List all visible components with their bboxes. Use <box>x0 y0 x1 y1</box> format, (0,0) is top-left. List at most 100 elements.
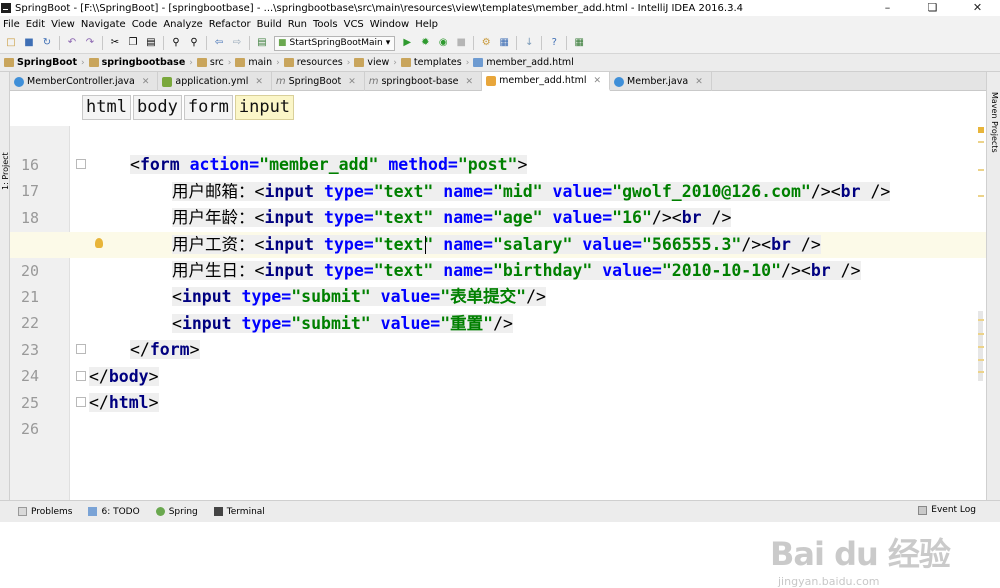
nav-item-springbootbase[interactable]: springbootbase <box>87 57 188 68</box>
event-log-tool-button[interactable]: Event Log <box>918 505 976 515</box>
chevron-right-icon: › <box>189 57 193 68</box>
restore-icon[interactable]: ❏ <box>910 0 955 16</box>
back-icon[interactable]: ⇦ <box>213 37 225 49</box>
close-icon[interactable]: ✕ <box>594 76 602 86</box>
nav-item-springboot[interactable]: SpringBoot <box>2 57 79 68</box>
yml-icon <box>162 76 173 87</box>
tab-member-add[interactable]: member_add.html ✕ <box>482 72 611 91</box>
fold-icon[interactable] <box>76 344 86 355</box>
nav-item-src[interactable]: src <box>195 57 226 68</box>
fold-icon[interactable] <box>76 370 86 381</box>
run-configuration-select[interactable]: ■ StartSpringBootMain ▾ <box>274 35 396 51</box>
code-line: 18 用户邮箱：<input type="text" name="mid" va… <box>10 179 986 227</box>
tab-application-yml[interactable]: application.yml ✕ <box>158 72 272 91</box>
intention-bulb-icon[interactable] <box>95 237 103 248</box>
close-icon[interactable]: ✕ <box>466 77 474 87</box>
code-token: "post" <box>457 155 518 175</box>
find-icon[interactable]: ⚲ <box>170 37 182 49</box>
fold-icon[interactable] <box>76 397 86 407</box>
menu-edit[interactable]: Edit <box>23 16 48 33</box>
fold-icon[interactable] <box>76 159 86 170</box>
tab-member-controller[interactable]: MemberController.java ✕ <box>10 72 159 91</box>
settings-icon[interactable]: ⚙ <box>480 37 492 49</box>
code-token: "表单提交" <box>440 287 527 307</box>
tab-member-java[interactable]: Member.java ✕ <box>610 72 712 91</box>
code-line: 19 用户年龄：<input type="text" name="age" va… <box>10 205 986 253</box>
project-tool-button[interactable]: 1: Project <box>1 152 10 190</box>
menu-analyze[interactable]: Analyze <box>160 16 205 33</box>
breadcrumb-form[interactable]: form <box>183 95 233 120</box>
error-stripe[interactable] <box>976 91 986 500</box>
close-icon[interactable]: ✕ <box>955 0 1000 16</box>
marker-icon[interactable] <box>978 141 984 143</box>
run-icon[interactable]: ▶ <box>401 37 413 49</box>
code-token: name= <box>433 234 493 254</box>
open-folder-icon[interactable]: □ <box>5 37 17 49</box>
chevron-right-icon: › <box>393 57 397 68</box>
close-icon[interactable]: ✕ <box>142 77 150 87</box>
marker-icon[interactable] <box>978 195 984 197</box>
sdk-icon[interactable]: ↓ <box>523 37 535 49</box>
close-icon[interactable]: ✕ <box>348 77 356 87</box>
menu-code[interactable]: Code <box>129 16 161 33</box>
menu-vcs[interactable]: VCS <box>341 16 367 33</box>
code-editor[interactable]: html body form input 16 17 <form action=… <box>10 91 986 588</box>
stop-icon[interactable]: ■ <box>455 37 467 49</box>
marker-icon[interactable] <box>978 359 984 361</box>
code-token: </ <box>130 340 150 360</box>
nav-item-main[interactable]: main <box>233 57 274 68</box>
navigation-bar: SpringBoot › springbootbase › src › main… <box>0 54 1000 72</box>
close-icon[interactable]: ✕ <box>255 77 263 87</box>
nav-item-view[interactable]: view <box>352 57 391 68</box>
marker-icon[interactable] <box>978 127 984 133</box>
code-token: input <box>264 261 315 280</box>
terminal-tool-button[interactable]: Terminal <box>213 507 265 517</box>
close-icon[interactable]: ✕ <box>695 77 703 87</box>
marker-icon[interactable] <box>978 333 984 335</box>
build-icon[interactable]: ▤ <box>256 37 268 49</box>
menu-help[interactable]: Help <box>412 16 441 33</box>
minimize-icon[interactable]: – <box>865 0 910 16</box>
spring-tool-button[interactable]: Spring <box>155 507 198 517</box>
paste-icon[interactable]: ▤ <box>145 37 157 49</box>
breadcrumb-html[interactable]: html <box>82 95 131 120</box>
nav-item-member-add[interactable]: member_add.html <box>471 57 575 68</box>
marker-icon[interactable] <box>978 371 984 373</box>
nav-item-templates[interactable]: templates <box>399 57 464 68</box>
redo-icon[interactable]: ↷ <box>84 37 96 49</box>
menu-view[interactable]: View <box>48 16 78 33</box>
menu-build[interactable]: Build <box>254 16 285 33</box>
forward-icon[interactable]: ⇨ <box>231 37 243 49</box>
todo-tool-button[interactable]: 6: TODO <box>88 507 140 517</box>
menu-window[interactable]: Window <box>367 16 412 33</box>
tab-springboot-base[interactable]: m springboot-base ✕ <box>365 72 483 91</box>
help-icon[interactable]: ? <box>548 37 560 49</box>
nav-item-resources[interactable]: resources <box>282 57 345 68</box>
problems-tool-button[interactable]: Problems <box>18 507 72 517</box>
code-token: /> <box>701 208 732 228</box>
marker-icon[interactable] <box>978 169 984 171</box>
replace-icon[interactable]: ⚲ <box>188 37 200 49</box>
maven-projects-tool-button[interactable]: Maven Projects <box>990 92 999 153</box>
menu-file[interactable]: File <box>0 16 23 33</box>
menu-tools[interactable]: Tools <box>310 16 341 33</box>
sync-icon[interactable]: ↻ <box>41 37 53 49</box>
coverage-icon[interactable]: ◉ <box>437 37 449 49</box>
breadcrumb-body[interactable]: body <box>132 95 182 120</box>
tab-springboot[interactable]: m SpringBoot ✕ <box>272 72 365 91</box>
project-structure-icon[interactable]: ▦ <box>498 37 510 49</box>
copy-icon[interactable]: ❐ <box>127 37 139 49</box>
vcs-update-icon[interactable]: ▦ <box>573 37 585 49</box>
marker-icon[interactable] <box>978 346 984 348</box>
debug-icon[interactable]: ✹ <box>419 37 431 49</box>
save-icon[interactable]: ■ <box>23 37 35 49</box>
breadcrumb-input[interactable]: input <box>234 95 295 120</box>
menu-navigate[interactable]: Navigate <box>78 16 129 33</box>
code-token: < <box>254 181 265 201</box>
menu-run[interactable]: Run <box>285 16 310 33</box>
marker-icon[interactable] <box>978 319 984 321</box>
cut-icon[interactable]: ✂ <box>109 37 121 49</box>
undo-icon[interactable]: ↶ <box>66 37 78 49</box>
toolbar-separator <box>249 36 250 50</box>
menu-refactor[interactable]: Refactor <box>206 16 254 33</box>
